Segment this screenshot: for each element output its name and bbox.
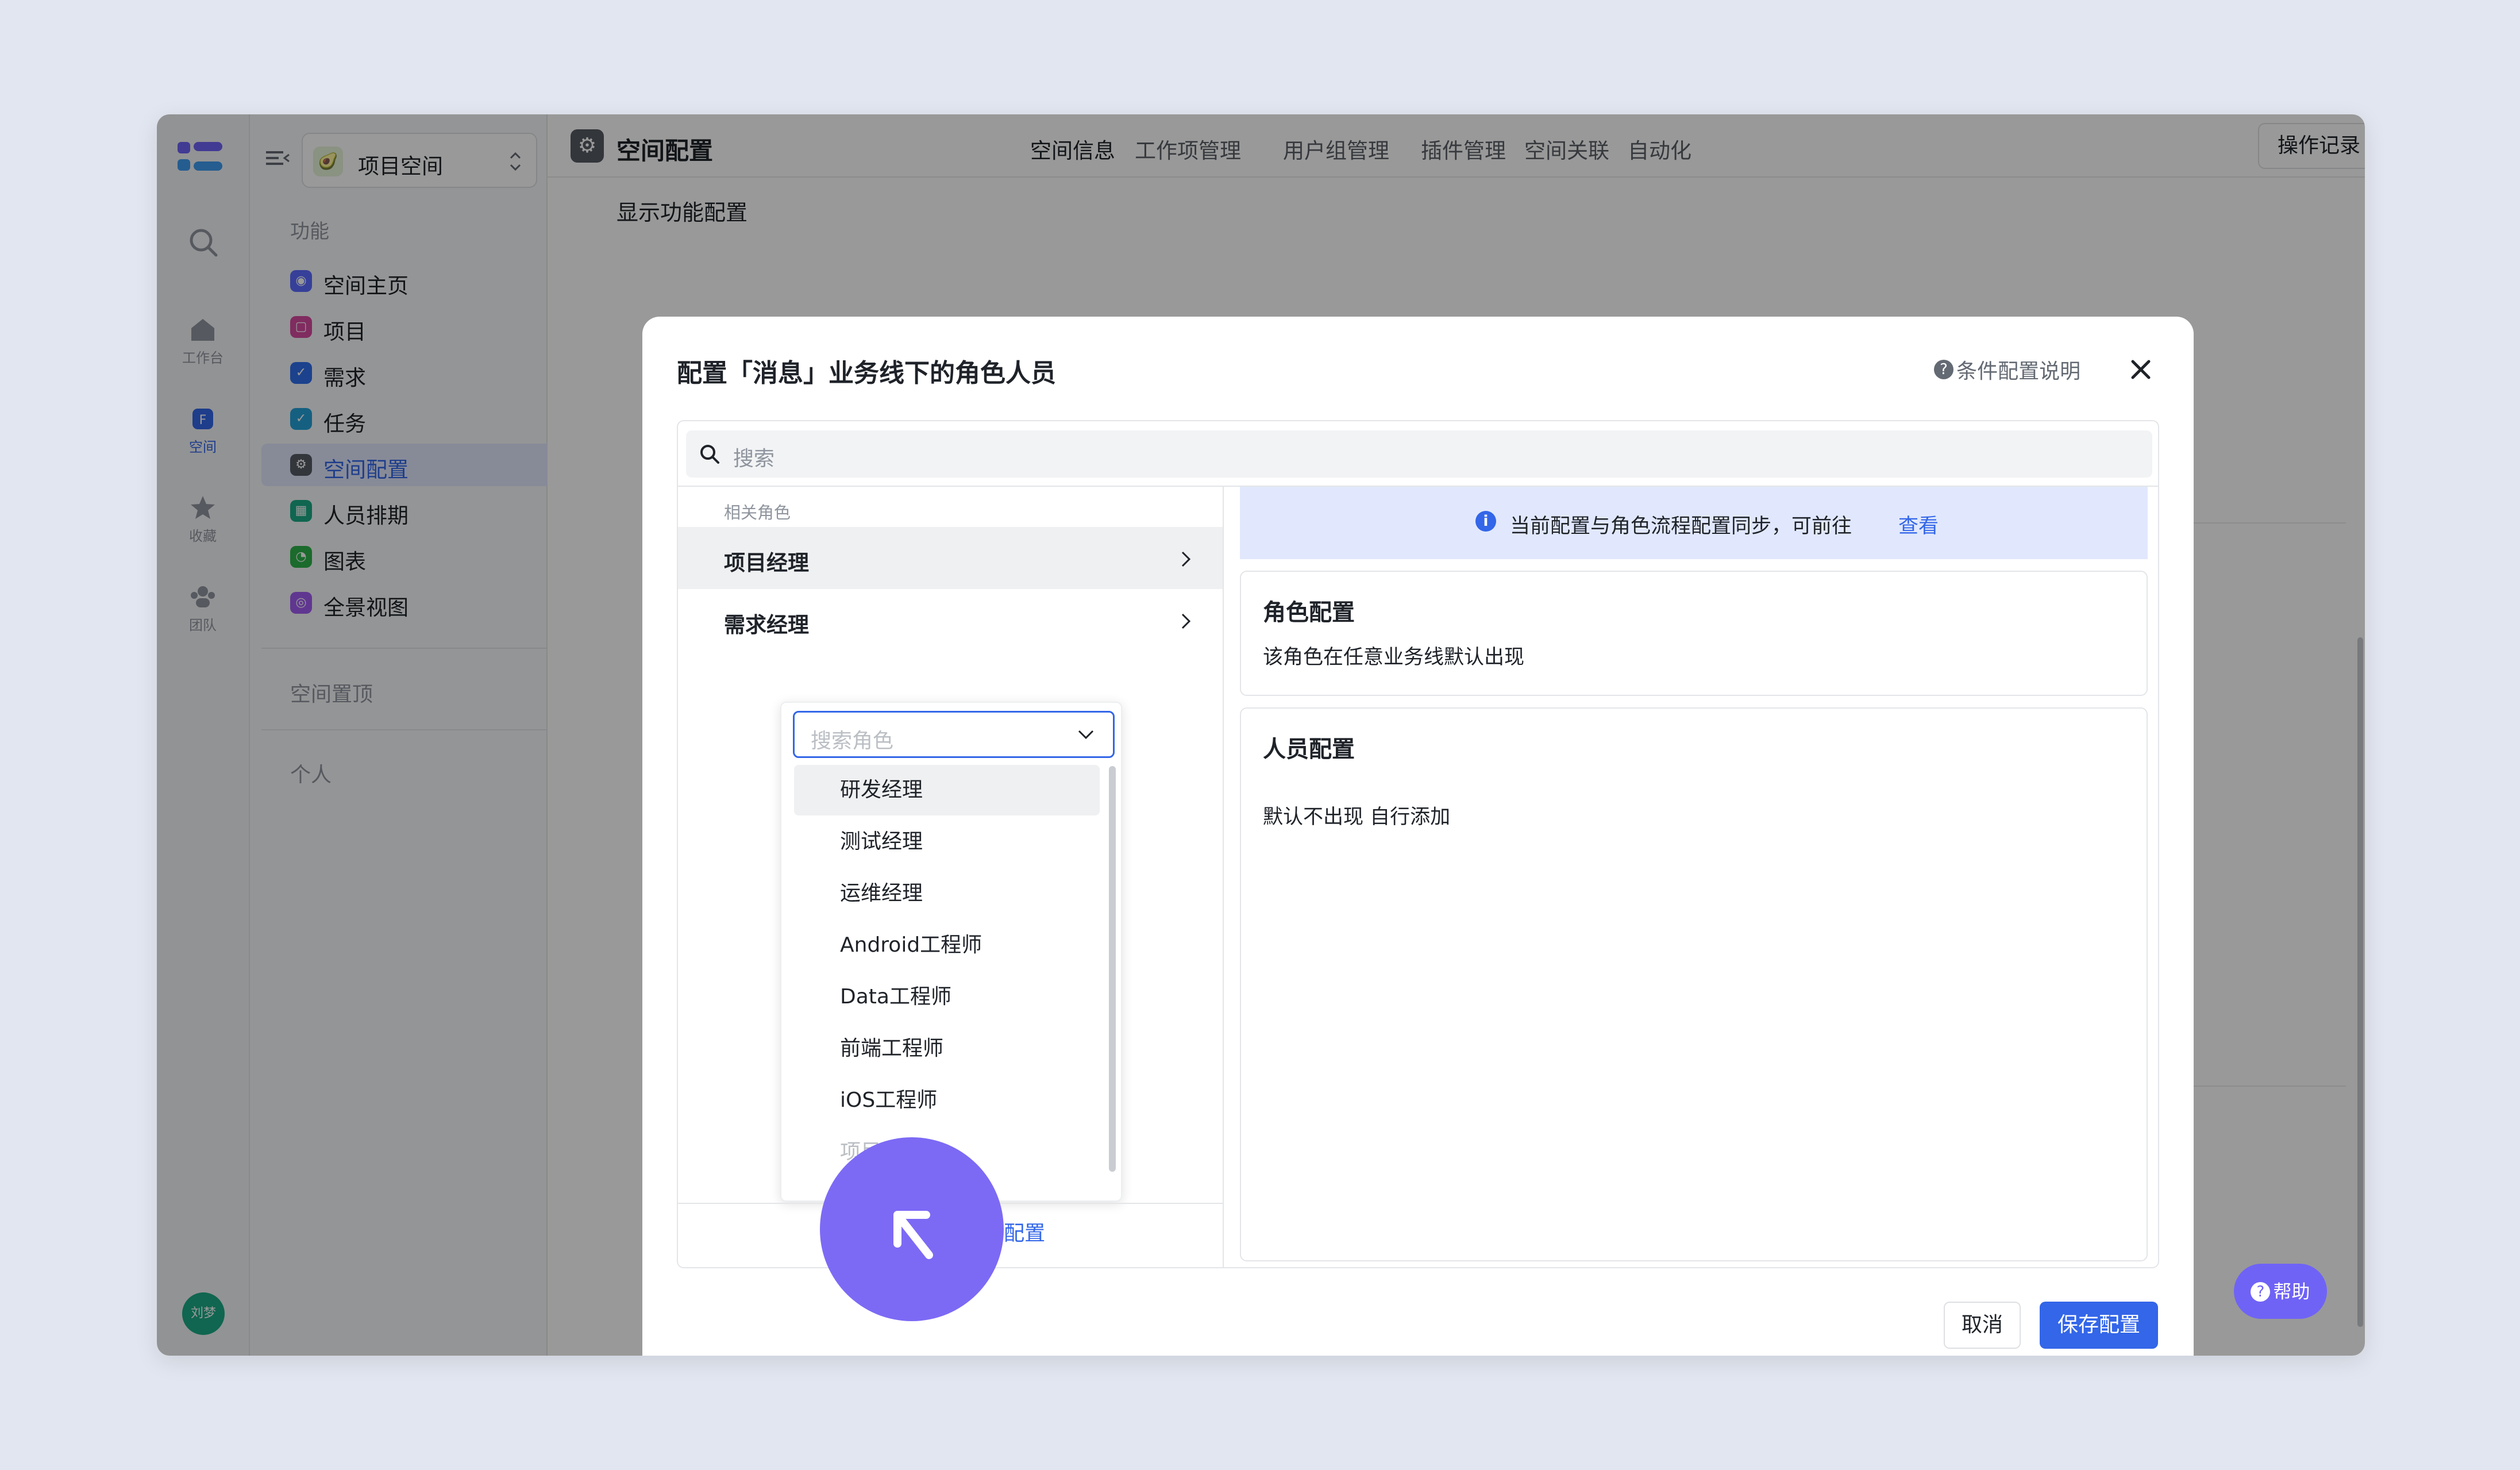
config-help-label: 条件配置说明 bbox=[1956, 360, 2081, 383]
dropdown-option[interactable]: 研发经理 bbox=[794, 765, 1100, 815]
role-config-text: 该角色在任意业务线默认出现 bbox=[1263, 646, 1525, 669]
dropdown-option-label: iOS工程师 bbox=[840, 1088, 938, 1112]
info-banner-link[interactable]: 查看 bbox=[1898, 510, 1939, 539]
chevron-down-icon bbox=[1078, 730, 1094, 740]
role-config-card: 角色配置 该角色在任意业务线默认出现 bbox=[1240, 571, 2148, 696]
roles-section-label: 相关角色 bbox=[724, 503, 791, 522]
search-icon bbox=[700, 445, 719, 464]
cursor-arrow-icon bbox=[893, 1211, 933, 1259]
cancel-button-label: 取消 bbox=[1961, 1313, 2003, 1337]
dropdown-option[interactable]: 运维经理 bbox=[794, 868, 1100, 919]
info-banner: i 当前配置与角色流程配置同步，可前往 查看 bbox=[1240, 487, 2148, 559]
details-column: i 当前配置与角色流程配置同步，可前往 查看 角色配置 该角色在任意业务线默认出… bbox=[1224, 487, 2158, 1268]
chevron-right-icon bbox=[1181, 551, 1191, 567]
role-item-project-manager[interactable]: 项目经理 bbox=[678, 527, 1223, 589]
info-banner-text: 当前配置与角色流程配置同步，可前往 bbox=[1510, 515, 1852, 538]
dropdown-option[interactable]: Data工程师 bbox=[794, 972, 1100, 1022]
search-placeholder: 搜索 bbox=[733, 447, 775, 471]
role-search-input[interactable]: 搜索角色 bbox=[793, 711, 1115, 758]
people-config-title: 人员配置 bbox=[1263, 736, 1355, 763]
cancel-button[interactable]: 取消 bbox=[1944, 1302, 2021, 1349]
role-item-requirement-manager[interactable]: 需求经理 bbox=[678, 589, 1223, 651]
modal-title: 配置「消息」业务线下的角色人员 bbox=[677, 359, 1056, 388]
role-item-label: 需求经理 bbox=[724, 613, 809, 637]
dropdown-option-label: 测试经理 bbox=[840, 830, 923, 853]
dropdown-option-label: Data工程师 bbox=[840, 985, 951, 1009]
dropdown-option-label: 研发经理 bbox=[840, 778, 923, 802]
dropdown-option[interactable]: 测试经理 bbox=[794, 817, 1100, 867]
dropdown-option-label: Android工程师 bbox=[840, 933, 982, 957]
save-config-button-label: 保存配置 bbox=[2057, 1313, 2140, 1337]
help-button-label: 帮助 bbox=[2273, 1280, 2310, 1303]
cursor-highlight bbox=[820, 1137, 1004, 1321]
people-config-card: 人员配置 默认不出现 自行添加 bbox=[1240, 707, 2148, 1261]
dropdown-option[interactable]: iOS工程师 bbox=[794, 1075, 1100, 1126]
app-window: 工作台 F 空间 收藏 团队 刘梦 🥑 项目空间 功能 ◉ 空间主页 ▢ 项目 … bbox=[157, 114, 2365, 1356]
dropdown-option[interactable]: 前端工程师 bbox=[794, 1023, 1100, 1074]
question-icon: ? bbox=[1934, 360, 1953, 379]
info-icon: i bbox=[1475, 511, 1496, 532]
role-config-title: 角色配置 bbox=[1263, 599, 1355, 626]
people-config-text: 默认不出现 自行添加 bbox=[1263, 806, 1451, 829]
help-button[interactable]: ? 帮助 bbox=[2234, 1264, 2327, 1319]
save-config-button[interactable]: 保存配置 bbox=[2040, 1302, 2158, 1349]
dropdown-option-label: 前端工程师 bbox=[840, 1037, 944, 1060]
dropdown-option-label: 运维经理 bbox=[840, 882, 923, 905]
help-icon: ? bbox=[2251, 1282, 2271, 1302]
role-item-label: 项目经理 bbox=[724, 551, 809, 575]
dropdown-scrollbar[interactable] bbox=[1109, 766, 1116, 1172]
config-help-link[interactable]: ? 条件配置说明 bbox=[1934, 355, 2080, 383]
role-search-placeholder: 搜索角色 bbox=[811, 729, 894, 753]
close-icon[interactable] bbox=[2129, 358, 2152, 381]
role-search-dropdown: 搜索角色 研发经理 测试经理 运维经理 Android工程师 Data工程师 前… bbox=[780, 702, 1122, 1202]
dropdown-option[interactable]: Android工程师 bbox=[794, 920, 1100, 971]
chevron-right-icon bbox=[1181, 613, 1191, 629]
search-bar[interactable]: 搜索 bbox=[686, 430, 2152, 478]
